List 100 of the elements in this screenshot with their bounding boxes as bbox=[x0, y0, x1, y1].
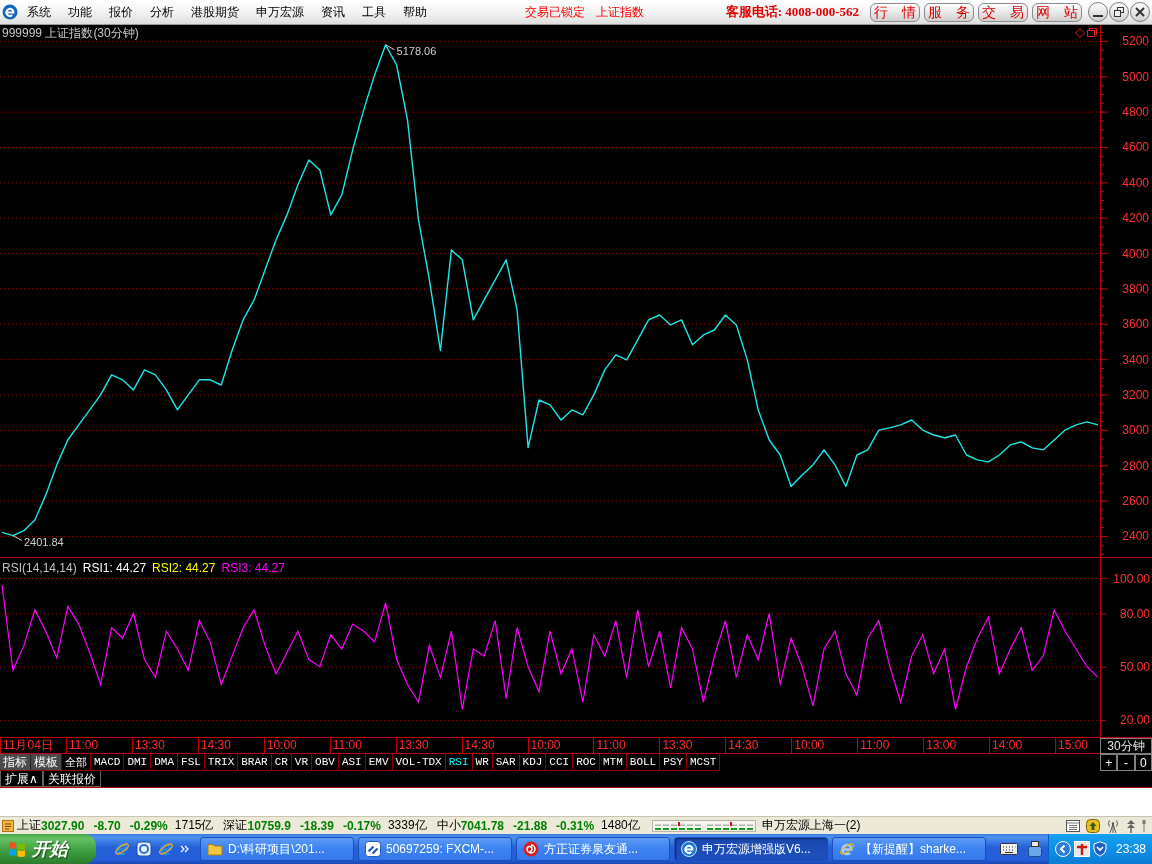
indicator-tab[interactable]: DMI bbox=[124, 754, 152, 771]
indicator-tab[interactable]: EMV bbox=[365, 754, 393, 771]
restore-button[interactable] bbox=[1109, 2, 1129, 22]
indicator-tab[interactable]: ASI bbox=[338, 754, 366, 771]
legend-item: RSI1: 44.27 bbox=[82, 561, 147, 575]
menu-item[interactable]: 资讯 bbox=[316, 2, 350, 22]
cross-icon[interactable] bbox=[1073, 841, 1090, 857]
browser-icon[interactable] bbox=[158, 841, 174, 857]
task-button[interactable]: D:\科研项目\201... bbox=[200, 837, 354, 861]
panel-tab[interactable]: 扩展∧ bbox=[0, 771, 43, 787]
indicator-tab[interactable]: WR bbox=[472, 754, 493, 771]
indicator-tab[interactable]: ROC bbox=[573, 754, 600, 771]
folder-icon bbox=[207, 841, 223, 857]
indicator-tab[interactable]: VOL-TDX bbox=[392, 754, 446, 771]
axis-label: 3400 bbox=[1122, 352, 1149, 367]
keyboard-icon[interactable] bbox=[1000, 843, 1018, 855]
nav-button[interactable]: 网 站 bbox=[1032, 2, 1082, 22]
menu-item[interactable]: 功能 bbox=[63, 2, 97, 22]
panel-icon[interactable] bbox=[2, 819, 14, 832]
indicator-tab[interactable]: TRIX bbox=[204, 754, 239, 771]
double-arrow-up-icon[interactable] bbox=[1126, 818, 1136, 833]
task-button[interactable]: 50697259: FXCM-... bbox=[358, 837, 512, 861]
arrow-left-icon[interactable] bbox=[1054, 841, 1071, 857]
annotation: 2401.84 bbox=[23, 535, 64, 548]
nav-button[interactable]: 服 务 bbox=[924, 2, 974, 22]
indicator-tab[interactable]: DMA bbox=[151, 754, 179, 771]
nav-button[interactable]: 交 易 bbox=[978, 2, 1028, 22]
annotation: 5178.06 bbox=[396, 44, 437, 57]
document-icon[interactable] bbox=[1066, 818, 1080, 833]
task-button[interactable]: 【新提醒】sharke... bbox=[832, 837, 986, 861]
indicator-tab[interactable]: OBV bbox=[312, 754, 339, 771]
flag-icon bbox=[8, 841, 26, 857]
trade-lock-status: 交易已锁定 bbox=[524, 3, 585, 21]
indicator-tab[interactable]: CCI bbox=[546, 754, 574, 771]
task-button[interactable]: 方正证券泉友通... bbox=[516, 837, 670, 861]
axis-label: 5200 bbox=[1122, 34, 1149, 49]
connection-meter-icon bbox=[651, 819, 756, 832]
drive-icon[interactable] bbox=[1028, 841, 1042, 857]
broker-label: 申万宏源上海一(2) bbox=[761, 817, 861, 834]
toolbar-button[interactable]: 指标 bbox=[0, 754, 31, 771]
indicator-tab[interactable]: VR bbox=[291, 754, 313, 771]
shield-icon[interactable] bbox=[1092, 841, 1107, 857]
indicator-tab[interactable]: PSY bbox=[660, 754, 687, 771]
index-value: 10759.9 bbox=[247, 818, 291, 833]
indicator-tab[interactable]: FSL bbox=[178, 754, 205, 771]
indicator-tab[interactable]: 全部 bbox=[62, 754, 91, 771]
antenna-icon[interactable] bbox=[1106, 818, 1120, 833]
menu-item[interactable]: 系统 bbox=[22, 2, 56, 22]
index-name: 上证 bbox=[17, 817, 41, 834]
circle-logo-icon bbox=[681, 841, 697, 857]
index-turnover: 1715亿 bbox=[174, 817, 214, 834]
task-button[interactable]: 申万宏源增强版V6... bbox=[674, 837, 828, 861]
menu-item[interactable]: 申万宏源 bbox=[251, 2, 309, 22]
menu-item[interactable]: 港股期货 bbox=[186, 2, 244, 22]
index-turnover: 3339亿 bbox=[387, 817, 427, 834]
indicator-tab[interactable]: RSI bbox=[445, 754, 473, 771]
index-change: -8.70 bbox=[93, 818, 121, 833]
index-link[interactable]: 上证指数 bbox=[595, 3, 644, 21]
panel-tab[interactable]: 关联报价 bbox=[42, 771, 101, 787]
indicator-tab[interactable]: MCST bbox=[687, 754, 721, 771]
time-label: 14:30 bbox=[725, 738, 792, 754]
toolbar-button[interactable]: 模板 bbox=[31, 754, 62, 771]
price-annotation: 2401.84 bbox=[12, 535, 64, 548]
menu-item[interactable]: 工具 bbox=[357, 2, 391, 22]
nav-button[interactable]: 行 情 bbox=[870, 2, 920, 22]
app-icon bbox=[365, 841, 381, 857]
index-change: -18.39 bbox=[299, 818, 334, 833]
axis-label: 3800 bbox=[1122, 281, 1149, 296]
price-annotation: 5178.06 bbox=[385, 44, 437, 57]
browser-icon bbox=[839, 841, 855, 857]
indicator-tab[interactable]: KDJ bbox=[519, 754, 547, 771]
arrow-badge-icon[interactable] bbox=[1086, 818, 1100, 833]
window-icon[interactable] bbox=[1087, 28, 1097, 37]
menu-item[interactable]: 报价 bbox=[104, 2, 138, 22]
minimize-button[interactable] bbox=[1088, 2, 1108, 22]
indicator-tab[interactable]: MTM bbox=[600, 754, 627, 771]
indicator-tab[interactable]: CR bbox=[271, 754, 292, 771]
indicator-tab[interactable]: MACD bbox=[91, 754, 125, 771]
pin-icon[interactable] bbox=[1142, 819, 1146, 832]
axis-label: 20.00 bbox=[1119, 713, 1150, 728]
period-button[interactable]: 30分钟 bbox=[1100, 738, 1152, 754]
close-icon bbox=[1135, 7, 1145, 17]
app-logo-icon[interactable] bbox=[2, 4, 18, 20]
index-turnover: 1480亿 bbox=[601, 817, 640, 834]
axis-label: 3600 bbox=[1122, 317, 1149, 332]
time-label: 14:00 bbox=[989, 738, 1055, 754]
chevron-icon[interactable] bbox=[180, 844, 190, 854]
axis-label: 4200 bbox=[1122, 211, 1149, 226]
indicator-tab[interactable]: BRAR bbox=[238, 754, 272, 771]
menu-item[interactable]: 帮助 bbox=[398, 2, 432, 22]
indicator-tab[interactable]: BOLL bbox=[626, 754, 661, 771]
close-button[interactable] bbox=[1130, 2, 1150, 22]
clock-text: 23:38 bbox=[1115, 842, 1146, 856]
zoom-button[interactable]: + bbox=[1100, 754, 1118, 771]
indicator-tab[interactable]: SAR bbox=[492, 754, 520, 771]
menu-item[interactable]: 分析 bbox=[145, 2, 179, 22]
zoom-button[interactable]: - bbox=[1117, 754, 1135, 771]
browser-icon[interactable] bbox=[114, 841, 130, 857]
axis-label: 2400 bbox=[1122, 529, 1149, 544]
app-icon[interactable] bbox=[136, 841, 152, 857]
